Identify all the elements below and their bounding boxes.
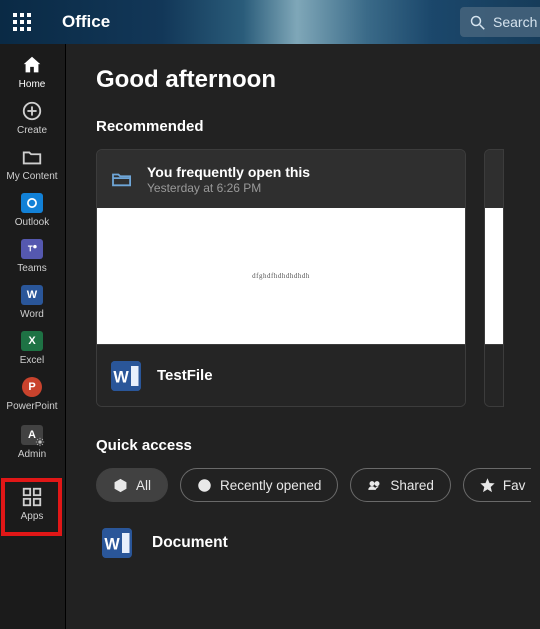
sidebar-item-my-content[interactable]: My Content (0, 140, 65, 186)
sidebar: Home Create My Content (0, 44, 65, 629)
pill-label: Shared (390, 478, 434, 493)
search-input[interactable]: Search (460, 7, 540, 37)
app-launcher-button[interactable] (0, 0, 44, 44)
home-icon (19, 53, 45, 77)
sidebar-item-label: Create (17, 125, 47, 136)
pill-label: Fav (503, 478, 526, 493)
pill-recently-opened[interactable]: Recently opened (180, 468, 338, 502)
highlight-admin (1, 478, 62, 536)
clock-icon (197, 478, 212, 493)
sidebar-item-create[interactable]: Create (0, 94, 65, 140)
pill-label: Recently opened (220, 478, 321, 493)
sidebar-item-label: Excel (20, 355, 44, 366)
document-name: Document (152, 534, 228, 552)
search-icon (470, 15, 485, 30)
quick-access-pills: All Recently opened Shared Fav (96, 468, 540, 502)
pill-all[interactable]: All (96, 468, 168, 502)
star-icon (480, 478, 495, 493)
powerpoint-icon: P (19, 375, 45, 399)
recommended-row: You frequently open this Yesterday at 6:… (96, 149, 540, 407)
word-icon: W (19, 283, 45, 307)
sidebar-item-admin[interactable]: A Admin (0, 418, 65, 464)
greeting: Good afternoon (96, 66, 540, 94)
sidebar-item-label: PowerPoint (6, 401, 57, 412)
card-reason: You frequently open this (147, 164, 310, 180)
card-when: Yesterday at 6:26 PM (147, 181, 310, 195)
folder-open-icon (111, 170, 133, 188)
sidebar-item-home[interactable]: Home (0, 48, 65, 94)
recommended-card-next[interactable] (484, 149, 504, 407)
sidebar-item-label: Home (19, 79, 46, 90)
sidebar-item-powerpoint[interactable]: P PowerPoint (0, 370, 65, 416)
brand-title: Office (62, 12, 110, 32)
preview-text: dfghdfhdhdhdhdh (252, 272, 310, 280)
main-content: Good afternoon Recommended You frequentl… (65, 44, 540, 629)
people-icon (367, 478, 382, 493)
outlook-icon (19, 191, 45, 215)
sidebar-item-label: My Content (6, 171, 57, 182)
svg-text:W: W (104, 535, 120, 553)
card-file-name: TestFile (157, 367, 213, 384)
teams-icon (19, 237, 45, 261)
plus-circle-icon (19, 99, 45, 123)
sidebar-item-word[interactable]: W Word (0, 278, 65, 324)
search-placeholder: Search (493, 14, 537, 30)
word-doc-icon: W (111, 361, 141, 391)
recommended-card[interactable]: You frequently open this Yesterday at 6:… (96, 149, 466, 407)
document-list-item[interactable]: W Document (96, 528, 540, 558)
quick-access-title: Quick access (96, 437, 540, 454)
pill-label: All (136, 478, 151, 493)
sidebar-item-label: Teams (17, 263, 46, 274)
header: Office Search (0, 0, 540, 44)
card-preview: dfghdfhdhdhdhdh (97, 208, 465, 344)
excel-icon: X (19, 329, 45, 353)
waffle-icon (13, 13, 31, 31)
pill-favorites[interactable]: Fav (463, 468, 532, 502)
sidebar-item-outlook[interactable]: Outlook (0, 186, 65, 232)
folder-icon (19, 145, 45, 169)
cube-icon (113, 478, 128, 493)
sidebar-item-excel[interactable]: X Excel (0, 324, 65, 370)
card-header: You frequently open this Yesterday at 6:… (97, 150, 465, 208)
recommended-title: Recommended (96, 118, 540, 135)
sidebar-item-label: Word (20, 309, 44, 320)
word-doc-icon: W (102, 528, 132, 558)
svg-text:W: W (113, 368, 129, 386)
admin-icon: A (19, 423, 45, 447)
sidebar-item-teams[interactable]: Teams (0, 232, 65, 278)
sidebar-item-label: Admin (18, 449, 46, 460)
sidebar-item-label: Outlook (15, 217, 49, 228)
pill-shared[interactable]: Shared (350, 468, 451, 502)
card-footer: W TestFile (97, 344, 465, 406)
